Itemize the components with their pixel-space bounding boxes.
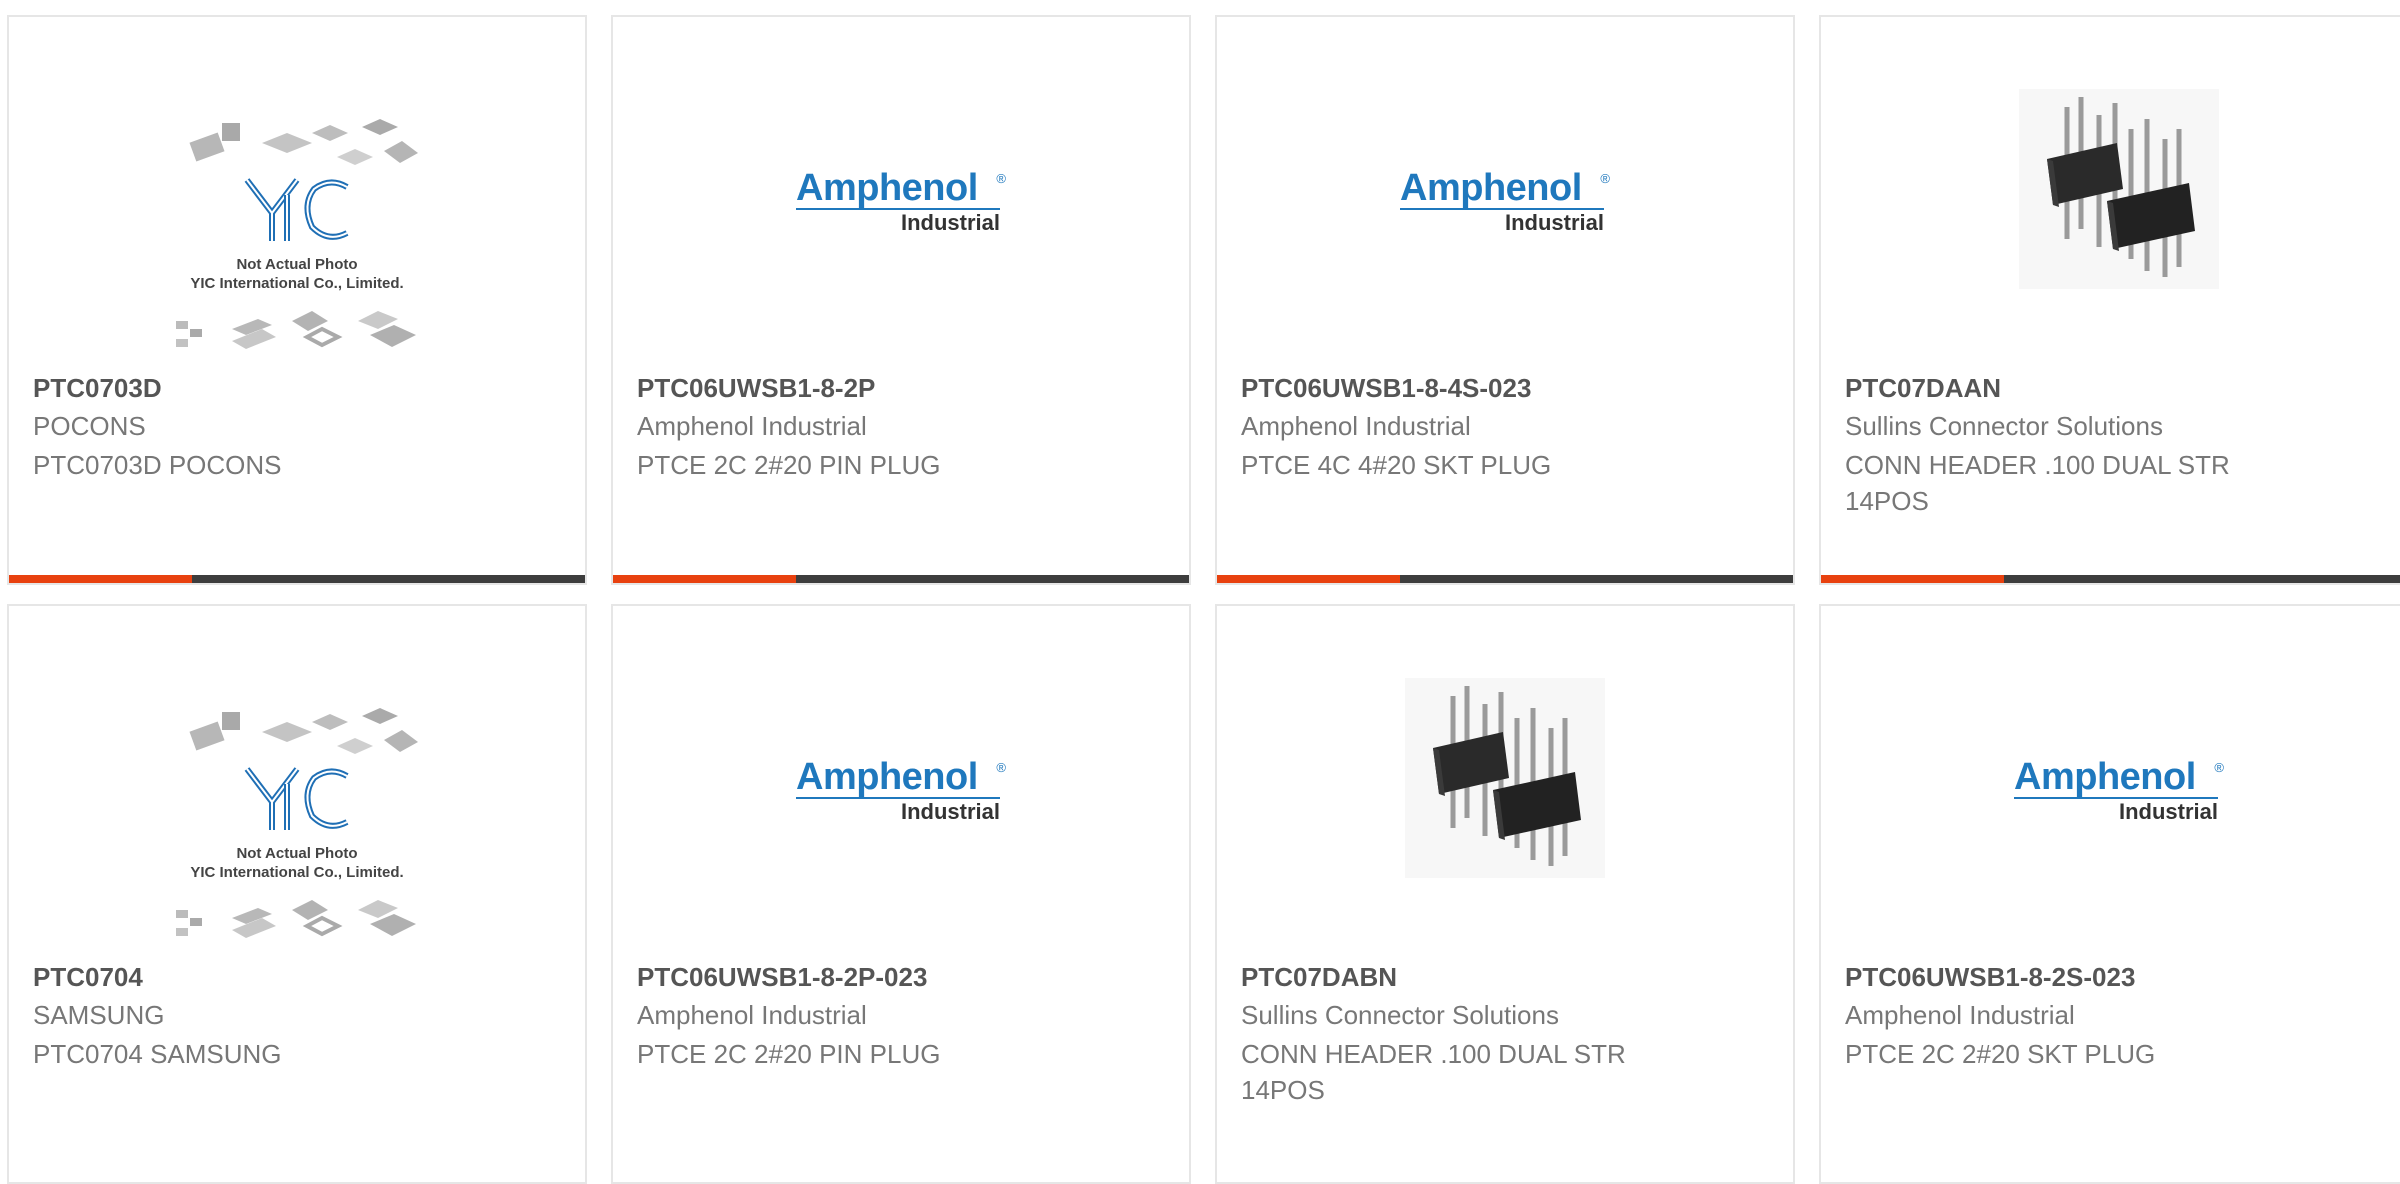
manufacturer: Sullins Connector Solutions bbox=[1241, 1000, 1559, 1030]
amphenol-logo-sub: Industrial bbox=[1504, 210, 1604, 235]
yic-logo-icon bbox=[244, 767, 349, 830]
amphenol-logo: Amphenol ® Industrial bbox=[796, 756, 1006, 826]
description: PTCE 2C 2#20 SKT PLUG bbox=[1845, 1039, 2156, 1069]
pin-header-photo bbox=[2019, 89, 2219, 289]
part-number[interactable]: PTC0704 bbox=[33, 962, 143, 993]
product-card[interactable]: PTC07DABN Sullins Connector Solutions CO… bbox=[1215, 604, 1795, 1184]
description: PTCE 4C 4#20 SKT PLUG bbox=[1241, 450, 1552, 480]
part-number[interactable]: PTC06UWSB1-8-2S-023 bbox=[1845, 962, 2135, 993]
yic-caption-line-1: Not Actual Photo bbox=[236, 845, 358, 862]
description: CONN HEADER .100 DUAL STR 14POS bbox=[1845, 450, 2230, 516]
chip-packages-icon bbox=[176, 311, 416, 349]
card-footer-bar bbox=[613, 575, 1189, 583]
product-image[interactable] bbox=[1217, 606, 1793, 951]
card-accent-bar bbox=[9, 575, 192, 583]
product-card[interactable]: Amphenol ® Industrial PTC06UWSB1-8-4S-02… bbox=[1215, 15, 1795, 585]
product-card[interactable]: Amphenol ® Industrial PTC06UWSB1-8-2S-02… bbox=[1819, 604, 2400, 1184]
amphenol-logo-name: Amphenol bbox=[1400, 167, 1582, 209]
chip-packages-icon bbox=[176, 900, 416, 938]
card-accent-bar bbox=[1217, 575, 1400, 583]
card-accent-bar bbox=[1821, 575, 2004, 583]
description: PTCE 2C 2#20 PIN PLUG bbox=[637, 450, 941, 480]
product-card[interactable]: PTC07DAAN Sullins Connector Solutions CO… bbox=[1819, 15, 2400, 585]
amphenol-logo-registered: ® bbox=[2214, 760, 2224, 775]
yic-caption-line-2: YIC International Co., Limited. bbox=[190, 864, 404, 881]
description: PTC0703D POCONS bbox=[33, 450, 282, 480]
yic-placeholder-image: Not Actual Photo YIC International Co., … bbox=[162, 702, 432, 942]
manufacturer: Amphenol Industrial bbox=[1845, 1000, 2075, 1030]
description: CONN HEADER .100 DUAL STR 14POS bbox=[1241, 1039, 1626, 1105]
product-card[interactable]: Amphenol ® Industrial PTC06UWSB1-8-2P-02… bbox=[611, 604, 1191, 1184]
part-number[interactable]: PTC0703D bbox=[33, 373, 162, 404]
amphenol-logo-sub: Industrial bbox=[2118, 799, 2218, 824]
amphenol-logo-registered: ® bbox=[1600, 171, 1610, 186]
manufacturer: POCONS bbox=[33, 411, 146, 441]
chip-packages-icon bbox=[189, 708, 418, 754]
product-image[interactable]: Amphenol ® Industrial bbox=[613, 606, 1189, 951]
amphenol-logo-registered: ® bbox=[996, 760, 1006, 775]
manufacturer: SAMSUNG bbox=[33, 1000, 165, 1030]
card-accent-bar bbox=[613, 575, 796, 583]
amphenol-logo-name: Amphenol bbox=[796, 756, 978, 798]
part-number[interactable]: PTC06UWSB1-8-2P bbox=[637, 373, 875, 404]
product-image[interactable]: Amphenol ® Industrial bbox=[613, 17, 1189, 362]
yic-logo-icon bbox=[244, 178, 349, 241]
product-image[interactable]: Not Actual Photo YIC International Co., … bbox=[9, 606, 585, 951]
amphenol-logo: Amphenol ® Industrial bbox=[1400, 167, 1610, 237]
description: PTC0704 SAMSUNG bbox=[33, 1039, 282, 1069]
card-footer-bar bbox=[1217, 575, 1793, 583]
yic-caption-line-1: Not Actual Photo bbox=[236, 256, 358, 273]
product-card[interactable]: Not Actual Photo YIC International Co., … bbox=[7, 604, 587, 1184]
product-grid: Not Actual Photo YIC International Co., … bbox=[0, 0, 2400, 1184]
manufacturer: Sullins Connector Solutions bbox=[1845, 411, 2163, 441]
product-image[interactable] bbox=[1821, 17, 2400, 362]
chip-packages-icon bbox=[189, 119, 418, 165]
amphenol-logo-name: Amphenol bbox=[796, 167, 978, 209]
amphenol-logo-name: Amphenol bbox=[2014, 756, 2196, 798]
manufacturer: Amphenol Industrial bbox=[637, 411, 867, 441]
amphenol-logo-sub: Industrial bbox=[900, 210, 1000, 235]
product-card[interactable]: Amphenol ® Industrial PTC06UWSB1-8-2P Am… bbox=[611, 15, 1191, 585]
part-number[interactable]: PTC07DAAN bbox=[1845, 373, 2001, 404]
yic-caption: Not Actual Photo YIC International Co., … bbox=[162, 255, 432, 293]
part-number[interactable]: PTC06UWSB1-8-2P-023 bbox=[637, 962, 927, 993]
yic-placeholder-image: Not Actual Photo YIC International Co., … bbox=[162, 113, 432, 353]
description: PTCE 2C 2#20 PIN PLUG bbox=[637, 1039, 941, 1069]
product-image[interactable]: Not Actual Photo YIC International Co., … bbox=[9, 17, 585, 362]
amphenol-logo-sub: Industrial bbox=[900, 799, 1000, 824]
product-image[interactable]: Amphenol ® Industrial bbox=[1821, 606, 2400, 951]
card-footer-bar bbox=[9, 575, 585, 583]
manufacturer: Amphenol Industrial bbox=[637, 1000, 867, 1030]
amphenol-logo-registered: ® bbox=[996, 171, 1006, 186]
yic-caption-line-2: YIC International Co., Limited. bbox=[190, 275, 404, 292]
amphenol-logo: Amphenol ® Industrial bbox=[2014, 756, 2224, 826]
product-image[interactable]: Amphenol ® Industrial bbox=[1217, 17, 1793, 362]
product-card[interactable]: Not Actual Photo YIC International Co., … bbox=[7, 15, 587, 585]
amphenol-logo: Amphenol ® Industrial bbox=[796, 167, 1006, 237]
card-footer-bar bbox=[1821, 575, 2400, 583]
manufacturer: Amphenol Industrial bbox=[1241, 411, 1471, 441]
part-number[interactable]: PTC07DABN bbox=[1241, 962, 1397, 993]
pin-header-photo bbox=[1405, 678, 1605, 878]
part-number[interactable]: PTC06UWSB1-8-4S-023 bbox=[1241, 373, 1531, 404]
yic-caption: Not Actual Photo YIC International Co., … bbox=[162, 844, 432, 882]
